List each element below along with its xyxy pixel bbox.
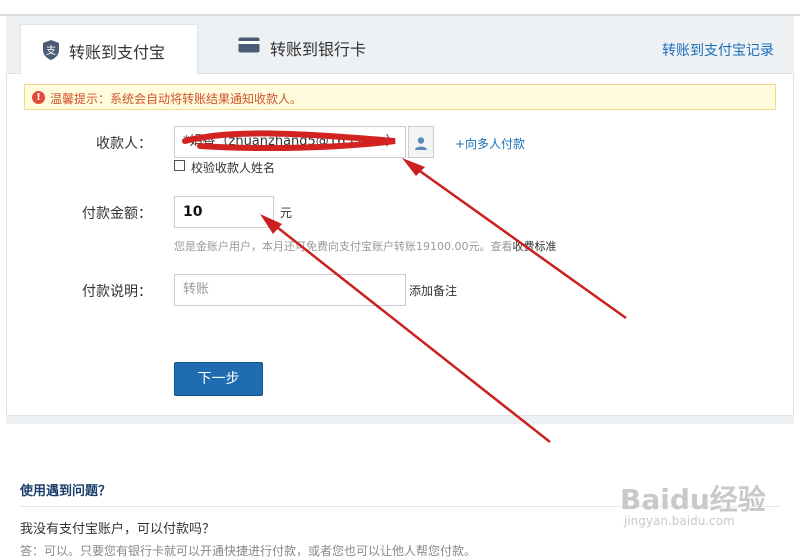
- amount-tip: 您是金账户用户，本月还可免费向支付宝账户转账19100.00元。查看收费标准: [174, 238, 556, 254]
- next-step-button[interactable]: 下一步: [174, 362, 263, 396]
- notice-bar: ! 温馨提示：系统会自动将转账结果通知收款人。: [24, 84, 776, 110]
- transfer-record-link[interactable]: 转账到支付宝记录: [662, 40, 774, 60]
- baidu-jingyan-watermark: Baidu经验 jingyan.baidu.com: [618, 466, 768, 546]
- payee-label: 收款人：: [96, 136, 152, 152]
- alipay-shield-icon: 支: [41, 39, 61, 61]
- person-icon: [414, 135, 428, 150]
- notice-text: 温馨提示：系统会自动将转账结果通知收款人。: [50, 92, 303, 106]
- pay-multiple-link[interactable]: +向多人付款: [455, 135, 525, 152]
- bank-card-icon: [238, 37, 260, 53]
- amount-unit: 元: [280, 206, 293, 220]
- faq-question: 我没有支付宝账户，可以付款吗？: [20, 522, 216, 537]
- tab-label: 转账到支付宝: [69, 43, 166, 62]
- verify-name-label: 校验收款人姓名: [191, 161, 276, 175]
- help-title: 使用遇到问题？: [20, 484, 112, 499]
- amount-tip-text: 您是金账户用户，本月还可免费向支付宝账户转账19100.00元。查看: [174, 240, 513, 253]
- faq-answer: 答：可以。只要您有银行卡就可以开通快捷进行付款，或者您也可以让他人帮您付款。: [20, 544, 477, 558]
- contacts-button[interactable]: [408, 126, 434, 158]
- add-note-link[interactable]: 添加备注: [409, 282, 457, 299]
- watermark-logo: Baidu经验: [620, 483, 766, 516]
- description-label: 付款说明：: [82, 284, 152, 300]
- tab-transfer-to-alipay[interactable]: 支 转账到支付宝: [20, 24, 198, 74]
- description-input[interactable]: 转账: [174, 274, 406, 306]
- svg-text:支: 支: [46, 45, 56, 57]
- exclamation-icon: !: [32, 91, 45, 104]
- payee-input[interactable]: *娟香（zhuanzhang5@163.com）: [174, 126, 406, 158]
- watermark-url: jingyan.baidu.com: [624, 514, 735, 528]
- top-strip: [0, 0, 800, 14]
- fee-standard-link[interactable]: 收费标准: [512, 240, 556, 253]
- tab-label: 转账到银行卡: [270, 40, 367, 59]
- verify-name-checkbox[interactable]: [174, 160, 185, 171]
- amount-input[interactable]: 10: [174, 196, 274, 228]
- amount-label: 付款金额：: [82, 206, 152, 222]
